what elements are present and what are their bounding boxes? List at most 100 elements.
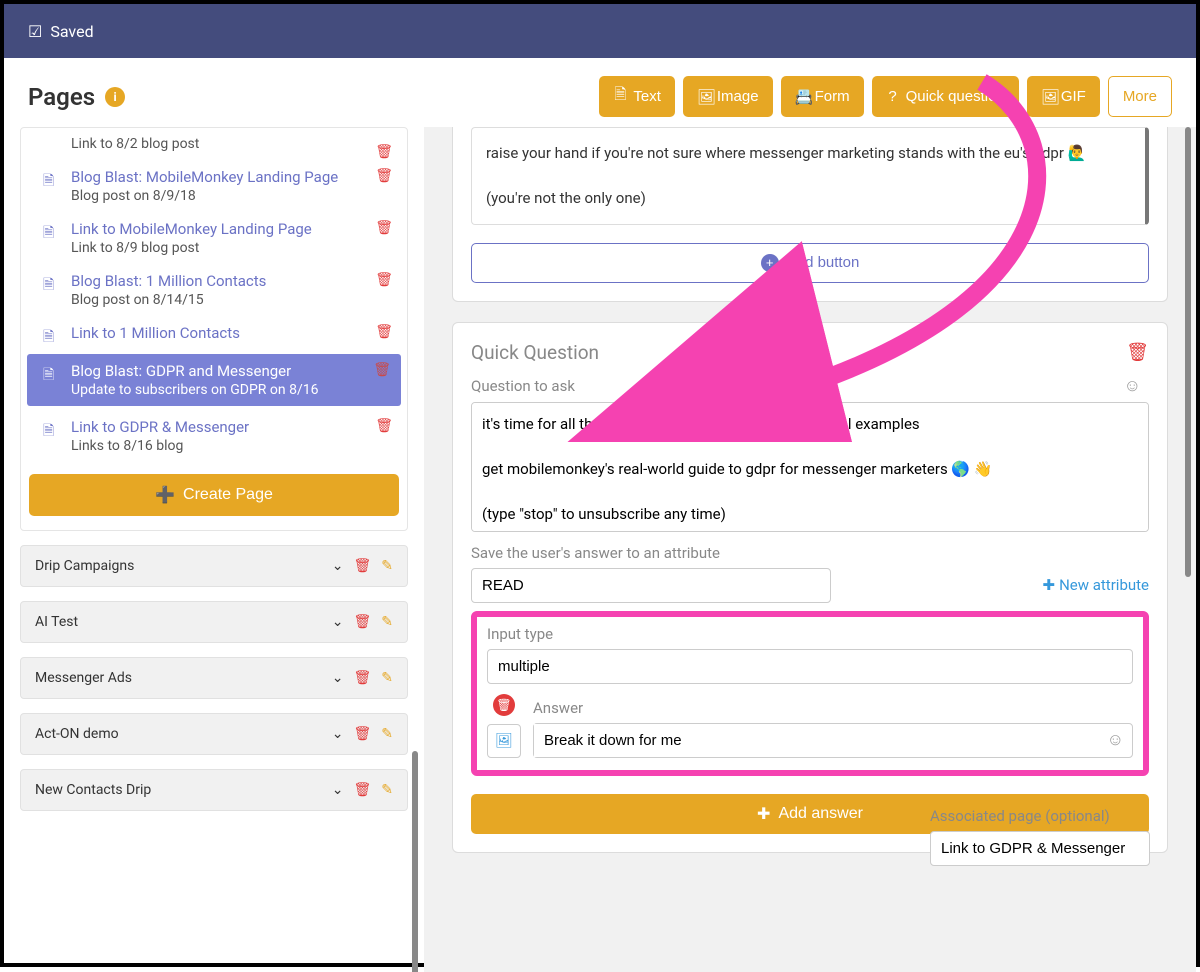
- image-block-button[interactable]: 🖼Image: [683, 76, 773, 117]
- trash-icon[interactable]: 🗑: [373, 362, 391, 378]
- create-page-button[interactable]: ➕ Create Page: [29, 474, 399, 516]
- document-icon: 🗎: [43, 364, 54, 388]
- trash-icon[interactable]: 🗑: [353, 782, 371, 798]
- new-attribute-label: New attribute: [1059, 576, 1149, 594]
- main-area: 🗑 Link to 8/2 blog post 🗎 🗑 Blog Blast: …: [4, 127, 1196, 972]
- page-link[interactable]: Link to MobileMonkey Landing Page: [71, 220, 312, 238]
- add-button-button[interactable]: + Add button: [471, 243, 1149, 283]
- answer-image-button[interactable]: 🖼: [487, 724, 521, 758]
- delete-answer-button[interactable]: 🗑: [493, 694, 515, 716]
- section-label: Act-ON demo: [35, 726, 119, 742]
- trash-icon[interactable]: 🗑: [353, 670, 371, 686]
- page-item[interactable]: 🗎 🗑 Link to MobileMonkey Landing Page Li…: [21, 212, 407, 264]
- page-subtitle: Link to 8/9 blog post: [71, 240, 393, 256]
- question-label: Question to ask: [471, 377, 575, 395]
- question-textarea[interactable]: [471, 402, 1149, 532]
- message-text-block[interactable]: raise your hand if you're not sure where…: [471, 127, 1149, 225]
- create-page-label: Create Page: [183, 486, 273, 504]
- section-act-on-demo[interactable]: Act-ON demo ⌄ 🗑 ✎: [20, 713, 408, 755]
- image-icon: 🖼: [697, 88, 711, 106]
- highlighted-input-type-area: Input type 🗑 🖼 Answer ☺: [471, 611, 1149, 776]
- section-ai-test[interactable]: AI Test ⌄ 🗑 ✎: [20, 601, 408, 643]
- page-header: Pages i 🗎Text 🖼Image 📇Form ?Quick questi…: [4, 58, 1196, 127]
- page-subtitle: Blog post on 8/9/18: [71, 188, 393, 204]
- page-subtitle: Link to 8/2 blog post: [71, 136, 393, 152]
- pencil-icon[interactable]: ✎: [381, 782, 393, 798]
- message-card: raise your hand if you're not sure where…: [452, 127, 1168, 302]
- page-item[interactable]: 🗑 Link to 8/2 blog post: [21, 136, 407, 160]
- page-item[interactable]: 🗎 🗑 Link to 1 Million Contacts: [21, 316, 407, 350]
- pencil-icon[interactable]: ✎: [381, 558, 393, 574]
- add-answer-label: Add answer: [778, 805, 863, 823]
- saved-status: Saved: [50, 22, 93, 41]
- answer-input[interactable]: [534, 724, 1099, 757]
- page-subtitle: Update to subscribers on GDPR on 8/16: [71, 382, 387, 398]
- page-item-selected[interactable]: 🗎 🗑 Blog Blast: GDPR and Messenger Updat…: [27, 354, 401, 406]
- chevron-down-icon[interactable]: ⌄: [332, 614, 344, 630]
- form-block-button[interactable]: 📇Form: [781, 76, 864, 117]
- text-icon: 🗎: [613, 84, 627, 109]
- page-subtitle: Links to 8/16 blog: [71, 438, 393, 454]
- page-link[interactable]: Blog Blast: GDPR and Messenger: [71, 362, 291, 380]
- trash-icon[interactable]: 🗑: [1126, 342, 1149, 363]
- gif-icon: 🖼: [1041, 88, 1055, 106]
- page-link[interactable]: Blog Blast: 1 Million Contacts: [71, 272, 266, 290]
- trash-icon[interactable]: 🗑: [375, 168, 393, 184]
- emoji-icon[interactable]: ☺: [1099, 730, 1132, 750]
- new-attribute-link[interactable]: ✚ New attribute: [1043, 576, 1149, 594]
- input-type-label: Input type: [487, 625, 553, 643]
- pencil-icon[interactable]: ✎: [381, 726, 393, 742]
- associated-page-select[interactable]: [930, 831, 1150, 866]
- quick-question-button[interactable]: ?Quick question: [872, 76, 1019, 117]
- text-block-button[interactable]: 🗎Text: [599, 76, 675, 117]
- chevron-down-icon[interactable]: ⌄: [332, 670, 344, 686]
- save-attribute-label: Save the user's answer to an attribute: [471, 544, 720, 562]
- page-link[interactable]: Link to 1 Million Contacts: [71, 324, 240, 342]
- trash-icon[interactable]: 🗑: [353, 726, 371, 742]
- trash-icon[interactable]: 🗑: [375, 418, 393, 434]
- page-subtitle: Blog post on 8/14/15: [71, 292, 393, 308]
- page-link[interactable]: Blog Blast: MobileMonkey Landing Page: [71, 168, 338, 186]
- plus-icon: ✚: [757, 804, 770, 824]
- editor-scrollbar[interactable]: [1185, 127, 1191, 577]
- pencil-icon[interactable]: ✎: [381, 670, 393, 686]
- chevron-down-icon[interactable]: ⌄: [332, 782, 344, 798]
- answer-input-wrap: ☺: [533, 723, 1133, 758]
- section-drip-campaigns[interactable]: Drip Campaigns ⌄ 🗑 ✎: [20, 545, 408, 587]
- trash-icon[interactable]: 🗑: [353, 614, 371, 630]
- section-label: New Contacts Drip: [35, 782, 151, 798]
- page-item[interactable]: 🗎 🗑 Link to GDPR & Messenger Links to 8/…: [21, 410, 407, 462]
- sidebar-scrollbar[interactable]: [412, 751, 418, 972]
- associated-page-label: Associated page (optional): [930, 807, 1110, 825]
- question-icon: ?: [886, 88, 900, 105]
- trash-icon[interactable]: 🗑: [375, 272, 393, 288]
- add-button-label: Add button: [787, 254, 860, 271]
- plus-icon: ✚: [1043, 576, 1056, 594]
- document-icon: 🗎: [43, 222, 54, 246]
- document-icon: 🗎: [43, 274, 54, 298]
- answer-label: Answer: [533, 699, 583, 717]
- info-icon[interactable]: i: [105, 87, 125, 107]
- trash-icon[interactable]: 🗑: [375, 220, 393, 236]
- check-icon: ☑: [28, 22, 42, 41]
- plus-circle-icon: +: [761, 254, 779, 272]
- page-item[interactable]: 🗎 🗑 Blog Blast: 1 Million Contacts Blog …: [21, 264, 407, 316]
- section-messenger-ads[interactable]: Messenger Ads ⌄ 🗑 ✎: [20, 657, 408, 699]
- input-type-select[interactable]: [487, 649, 1133, 684]
- trash-icon[interactable]: 🗑: [375, 144, 393, 160]
- trash-icon[interactable]: 🗑: [375, 324, 393, 340]
- quick-question-card: Quick Question 🗑 Question to ask ☺ Save …: [452, 322, 1168, 853]
- pencil-icon[interactable]: ✎: [381, 614, 393, 630]
- document-icon: 🗎: [43, 170, 54, 194]
- gif-block-button[interactable]: 🖼GIF: [1027, 76, 1100, 117]
- chevron-down-icon[interactable]: ⌄: [332, 558, 344, 574]
- more-button[interactable]: More: [1108, 76, 1172, 117]
- emoji-icon[interactable]: ☺: [1116, 376, 1149, 396]
- section-new-contacts-drip[interactable]: New Contacts Drip ⌄ 🗑 ✎: [20, 769, 408, 811]
- trash-icon[interactable]: 🗑: [353, 558, 371, 574]
- page-link[interactable]: Link to GDPR & Messenger: [71, 418, 249, 436]
- page-item[interactable]: 🗎 🗑 Blog Blast: MobileMonkey Landing Pag…: [21, 160, 407, 212]
- chevron-down-icon[interactable]: ⌄: [332, 726, 344, 742]
- quick-question-title: Quick Question: [471, 341, 599, 364]
- attribute-input[interactable]: [471, 568, 831, 603]
